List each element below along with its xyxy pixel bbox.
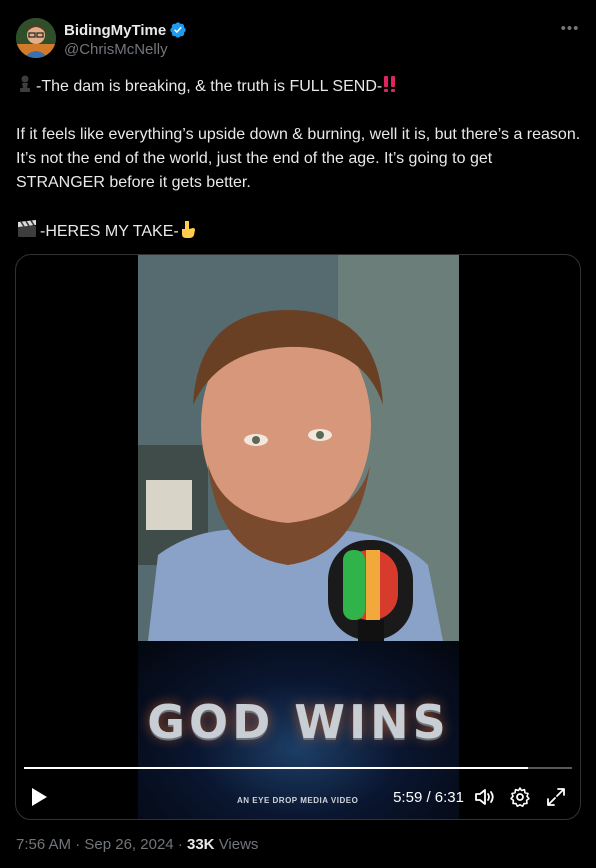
tweet-line-3-text: -HERES MY TAKE- <box>40 223 179 240</box>
video-frame: GOD WINS <box>138 255 459 819</box>
video-progress-bar[interactable] <box>24 767 572 769</box>
author-name-row[interactable]: BidingMyTime <box>64 21 187 39</box>
double-exclamation-icon <box>384 76 396 92</box>
avatar-icon <box>16 18 56 58</box>
tweet-time[interactable]: 7:56 AM <box>16 836 71 853</box>
author-handle[interactable]: @ChrisMcNelly <box>64 41 168 58</box>
video-credit: AN EYE DROP MEDIA VIDEO <box>237 796 359 805</box>
video-scene <box>138 255 459 641</box>
verified-badge-icon <box>170 22 186 38</box>
views-label: Views <box>218 836 259 853</box>
avatar[interactable] <box>16 18 56 58</box>
video-time-display: 5:59 / 6:31 <box>393 789 464 806</box>
pointing-down-icon <box>181 221 195 238</box>
clapper-board-icon <box>18 220 36 237</box>
tweet-line-3: -HERES MY TAKE- <box>16 219 582 244</box>
more-icon[interactable]: ••• <box>560 21 580 42</box>
tweet-text: -The dam is breaking, & the truth is FUL… <box>16 74 582 244</box>
meta-separator-1: · <box>75 836 81 853</box>
video-progress-fill <box>24 767 529 769</box>
tweet-line-1: -The dam is breaking, & the truth is FUL… <box>16 74 582 99</box>
chess-pawn-icon <box>20 75 30 92</box>
tweet-header: BidingMyTime @ChrisMcNelly ••• <box>16 18 580 62</box>
video-player[interactable]: GOD WINS 5:59 / 6:31 <box>15 254 581 820</box>
tweet-paragraph-2: If it feels like everything’s upside dow… <box>16 126 585 191</box>
volume-icon[interactable] <box>472 785 496 809</box>
tweet-date[interactable]: Sep 26, 2024 <box>84 836 173 853</box>
meta-separator-2: · <box>177 836 183 853</box>
author-display-name[interactable]: BidingMyTime <box>64 22 166 39</box>
play-icon[interactable] <box>28 785 50 809</box>
video-overlay-title: GOD WINS <box>147 695 450 749</box>
fullscreen-expand-icon[interactable] <box>544 785 568 809</box>
tweet-line-1-text: -The dam is breaking, & the truth is FUL… <box>36 78 383 95</box>
settings-gear-icon[interactable] <box>508 785 532 809</box>
tweet-meta: 7:56 AM · Sep 26, 2024 · 33K Views <box>16 836 258 853</box>
views-count: 33K <box>186 836 215 853</box>
video-thumbnail-image <box>138 255 459 641</box>
